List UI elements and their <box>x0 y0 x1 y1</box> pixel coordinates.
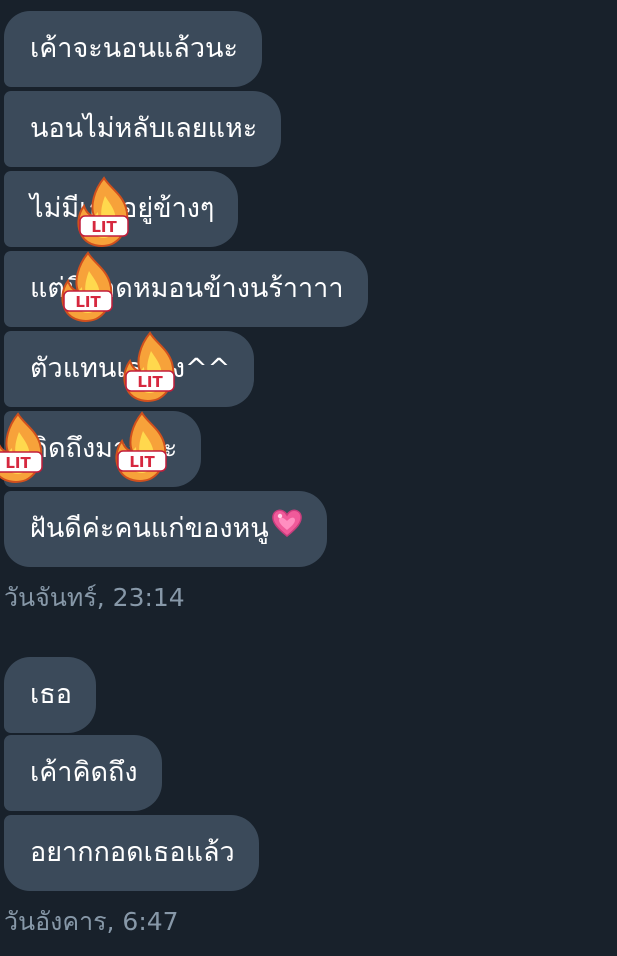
timestamp: วันจันทร์, 23:14 <box>4 583 185 612</box>
message-text: ตัวแทนเธอไง^^ <box>30 353 231 384</box>
message-text: เค้าจะนอนแล้วนะ <box>30 33 238 64</box>
message-text: อยากกอดเธอแล้ว <box>30 837 235 868</box>
message-text: คิดถึงมากนะ <box>30 433 178 464</box>
chat-view: เค้าจะนอนแล้วนะ นอนไม่หลับเลยแหะ ไม่มีเธ… <box>0 0 617 956</box>
message-bubble[interactable]: อยากกอดเธอแล้ว <box>4 815 259 891</box>
message-text: เค้าคิดถึง <box>30 757 138 788</box>
message-text: ฝันดีค่ะคนแก่ของหนู <box>30 513 269 544</box>
message-text: ไม่มีเธออยู่ข้างๆ <box>30 193 215 224</box>
message-text: เธอ <box>30 679 72 710</box>
message-bubble[interactable]: คิดถึงมากนะ <box>4 411 202 487</box>
message-bubble[interactable]: เค้าคิดถึง <box>4 735 162 811</box>
message-bubble[interactable]: เค้าจะนอนแล้วนะ <box>4 11 262 87</box>
message-bubble[interactable]: แต่มีกอดหมอนข้างนร้าาาา <box>4 251 368 327</box>
heart-emoji-icon <box>271 492 303 568</box>
message-bubble[interactable]: ฝันดีค่ะคนแก่ของหนู <box>4 491 327 567</box>
message-text: นอนไม่หลับเลยแหะ <box>30 113 258 144</box>
message-bubble[interactable]: เธอ <box>4 657 96 733</box>
message-text: แต่มีกอดหมอนข้างนร้าาาา <box>30 273 344 304</box>
message-bubble[interactable]: ตัวแทนเธอไง^^ <box>4 331 255 407</box>
message-bubble[interactable]: ไม่มีเธออยู่ข้างๆ <box>4 171 239 247</box>
timestamp: วันอังคาร, 6:47 <box>4 907 179 936</box>
message-bubble[interactable]: นอนไม่หลับเลยแหะ <box>4 91 282 167</box>
